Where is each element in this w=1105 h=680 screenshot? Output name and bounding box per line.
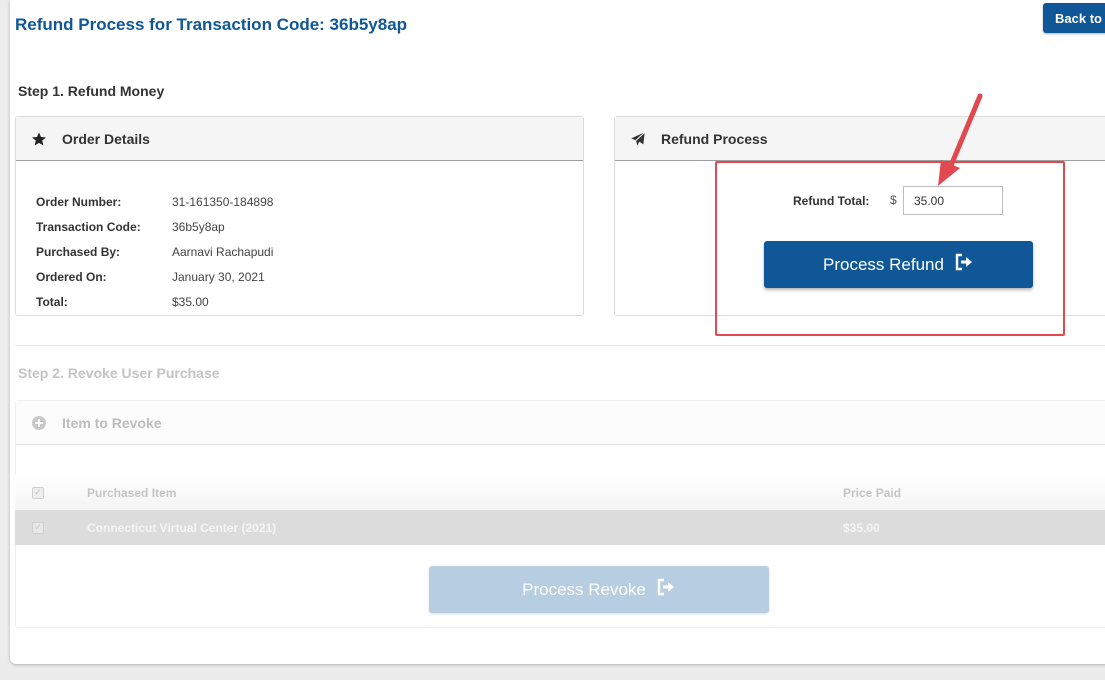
- detail-value: 36b5y8ap: [172, 219, 225, 234]
- detail-label: Total:: [36, 294, 68, 309]
- detail-value: January 30, 2021: [172, 269, 265, 284]
- paper-plane-icon: [629, 130, 647, 148]
- detail-label: Purchased By:: [36, 244, 121, 259]
- process-revoke-button[interactable]: Process Revoke: [429, 566, 769, 613]
- detail-row-order-number: Order Number: 31-161350-184898: [36, 189, 273, 214]
- detail-label: Ordered On:: [36, 269, 107, 284]
- detail-row-purchased-by: Purchased By: Aarnavi Rachapudi: [36, 239, 273, 264]
- detail-value: $35.00: [172, 294, 209, 309]
- highlight-annotation: [715, 161, 1065, 336]
- step-2-heading: Step 2. Revoke User Purchase: [18, 365, 220, 381]
- row-checkbox[interactable]: ✓: [32, 521, 44, 534]
- table-header: ✓ Purchased Item Price Paid: [15, 475, 1105, 510]
- price-paid-cell: $35.00: [843, 520, 880, 535]
- item-to-revoke-header: Item to Revoke: [16, 401, 1105, 445]
- purchased-item-cell: Connecticut Virtual Center (2021): [87, 520, 277, 535]
- star-icon: [30, 130, 48, 148]
- step-1-heading: Step 1. Refund Money: [18, 83, 165, 99]
- detail-row-ordered-on: Ordered On: January 30, 2021: [36, 264, 273, 289]
- order-details-header: Order Details: [16, 117, 583, 161]
- plus-circle-icon: [30, 414, 48, 432]
- column-header-item: Purchased Item: [87, 485, 177, 500]
- section-divider: [15, 345, 1105, 346]
- order-details-panel: Order Details Order Number: 31-161350-18…: [15, 116, 584, 316]
- back-button[interactable]: Back to: [1043, 3, 1105, 33]
- detail-value: 31-161350-184898: [172, 194, 274, 209]
- column-header-price: Price Paid: [843, 485, 902, 500]
- refund-process-title: Refund Process: [661, 130, 768, 147]
- detail-label: Transaction Code:: [36, 219, 141, 234]
- order-details-list: Order Number: 31-161350-184898 Transacti…: [36, 189, 273, 314]
- order-details-title: Order Details: [62, 130, 150, 147]
- detail-label: Order Number:: [36, 194, 122, 209]
- detail-value: Aarnavi Rachapudi: [172, 244, 274, 259]
- detail-row-total: Total: $35.00: [36, 289, 273, 314]
- page-title: Refund Process for Transaction Code: 36b…: [15, 15, 408, 34]
- item-to-revoke-title: Item to Revoke: [62, 414, 162, 431]
- process-revoke-label: Process Revoke: [522, 579, 646, 599]
- detail-row-transaction-code: Transaction Code: 36b5y8ap: [36, 214, 273, 239]
- table-row: ✓ Connecticut Virtual Center (2021) $35.…: [15, 510, 1105, 545]
- select-all-checkbox[interactable]: ✓: [32, 486, 44, 499]
- refund-process-header: Refund Process: [615, 117, 1105, 161]
- sign-out-icon: [656, 578, 676, 601]
